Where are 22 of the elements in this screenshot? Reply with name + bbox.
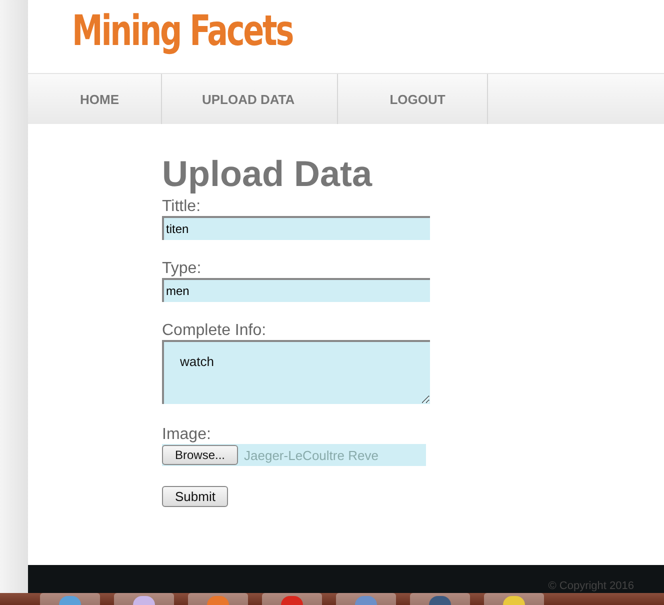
- text-area[interactable]: watch: [162, 340, 430, 404]
- nav-link[interactable]: LOGOUT: [338, 74, 488, 124]
- browse-button[interactable]: Browse...: [162, 445, 238, 465]
- submit-button[interactable]: Submit: [162, 486, 228, 507]
- page-title: Upload Data: [162, 154, 374, 194]
- input-field[interactable]: men: [162, 278, 430, 302]
- taskbar-app-icon[interactable]: [484, 593, 544, 605]
- taskbar-app-icon[interactable]: [262, 593, 322, 605]
- nav-link[interactable]: HOME: [28, 74, 162, 124]
- field-label: Complete Info:: [162, 322, 268, 340]
- field-label: Tittle:: [162, 198, 202, 216]
- taskbar-app-icon[interactable]: [336, 593, 396, 605]
- nav-link[interactable]: UPLOAD DATA: [162, 74, 338, 124]
- input-field[interactable]: titen: [162, 216, 430, 240]
- field-label: Type:: [162, 260, 202, 278]
- field-label: Image:: [162, 426, 212, 444]
- taskbar-app-icon[interactable]: [410, 593, 470, 605]
- taskbar-app-icon[interactable]: [114, 593, 174, 605]
- taskbar-app-icon[interactable]: [188, 593, 248, 605]
- site-logo: Mining Facets: [72, 6, 293, 55]
- file-input[interactable]: Browse... Jaeger-LeCoultre Reve: [162, 444, 426, 466]
- taskbar-app-icon[interactable]: [40, 593, 100, 605]
